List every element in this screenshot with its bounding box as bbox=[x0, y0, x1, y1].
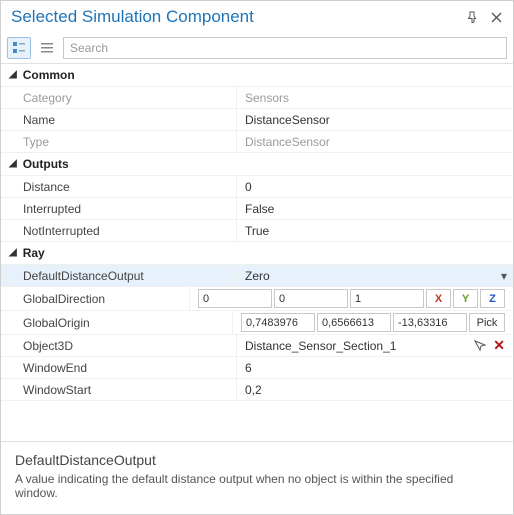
value-globalorigin: 0,7483976 0,6566613 -13,63316 Pick bbox=[233, 311, 513, 334]
section-header-outputs[interactable]: ◢ Outputs bbox=[1, 153, 513, 176]
value-category: Sensors bbox=[237, 87, 513, 108]
selected-simulation-component-panel: Selected Simulation Component ◢ Common Ca… bbox=[0, 0, 514, 515]
label-object3d: Object3D bbox=[1, 335, 237, 356]
value-distance[interactable]: 0 bbox=[237, 176, 513, 197]
axis-z-button[interactable]: Z bbox=[480, 289, 505, 308]
panel-title: Selected Simulation Component bbox=[11, 7, 457, 27]
pin-icon[interactable] bbox=[463, 8, 481, 26]
label-distance: Distance bbox=[1, 176, 237, 197]
value-type: DistanceSensor bbox=[237, 131, 513, 152]
row-windowstart[interactable]: WindowStart 0,2 bbox=[1, 379, 513, 401]
section-title: Common bbox=[23, 68, 75, 82]
value-object3d: Distance_Sensor_Section_1 ✕ bbox=[237, 335, 513, 356]
description-panel: DefaultDistanceOutput A value indicating… bbox=[1, 442, 513, 514]
row-globalorigin[interactable]: GlobalOrigin 0,7483976 0,6566613 -13,633… bbox=[1, 311, 513, 335]
description-body: A value indicating the default distance … bbox=[15, 472, 499, 500]
description-title: DefaultDistanceOutput bbox=[15, 452, 499, 468]
section-header-ray[interactable]: ◢ Ray bbox=[1, 242, 513, 265]
label-defaultdistanceoutput: DefaultDistanceOutput bbox=[1, 265, 237, 286]
globaldirection-y-field[interactable]: 0 bbox=[274, 289, 348, 308]
dropdown-value: Zero bbox=[245, 269, 270, 283]
section-header-common[interactable]: ◢ Common bbox=[1, 64, 513, 87]
globaldirection-x-field[interactable]: 0 bbox=[198, 289, 272, 308]
section-title: Ray bbox=[23, 246, 45, 260]
globaldirection-z-field[interactable]: 1 bbox=[350, 289, 424, 308]
globalorigin-y-field[interactable]: 0,6566613 bbox=[317, 313, 391, 332]
row-type: Type DistanceSensor bbox=[1, 131, 513, 153]
label-globaldirection: GlobalDirection bbox=[1, 287, 190, 310]
value-globaldirection: 0 0 1 X Y Z bbox=[190, 287, 513, 310]
value-defaultdistanceoutput[interactable]: Zero ▾ bbox=[237, 265, 513, 286]
value-windowstart[interactable]: 0,2 bbox=[237, 379, 513, 400]
collapse-icon: ◢ bbox=[9, 248, 17, 258]
property-grid: ◢Common Category Sensors Name DistanceSe… bbox=[1, 64, 513, 442]
label-category: Category bbox=[1, 87, 237, 108]
axis-x-button[interactable]: X bbox=[426, 289, 451, 308]
object3d-value[interactable]: Distance_Sensor_Section_1 bbox=[245, 339, 467, 353]
dropdown-arrow-icon[interactable]: ▾ bbox=[501, 269, 507, 283]
categorized-view-button[interactable] bbox=[7, 37, 31, 59]
label-notinterrupted: NotInterrupted bbox=[1, 220, 237, 241]
label-type: Type bbox=[1, 131, 237, 152]
title-bar: Selected Simulation Component bbox=[1, 1, 513, 33]
collapse-icon: ◢ bbox=[9, 159, 17, 169]
search-input[interactable] bbox=[63, 37, 507, 59]
close-icon[interactable] bbox=[487, 8, 505, 26]
row-windowend[interactable]: WindowEnd 6 bbox=[1, 357, 513, 379]
label-interrupted: Interrupted bbox=[1, 198, 237, 219]
row-name[interactable]: Name DistanceSensor bbox=[1, 109, 513, 131]
label-windowend: WindowEnd bbox=[1, 357, 237, 378]
row-interrupted[interactable]: Interrupted False bbox=[1, 198, 513, 220]
row-globaldirection[interactable]: GlobalDirection 0 0 1 X Y Z bbox=[1, 287, 513, 311]
alphabetical-view-button[interactable] bbox=[35, 37, 59, 59]
label-name: Name bbox=[1, 109, 237, 130]
value-interrupted[interactable]: False bbox=[237, 198, 513, 219]
label-globalorigin: GlobalOrigin bbox=[1, 311, 233, 334]
value-name[interactable]: DistanceSensor bbox=[237, 109, 513, 130]
toolbar bbox=[1, 33, 513, 64]
value-windowend[interactable]: 6 bbox=[237, 357, 513, 378]
value-notinterrupted[interactable]: True bbox=[237, 220, 513, 241]
row-defaultdistanceoutput[interactable]: DefaultDistanceOutput Zero ▾ bbox=[1, 265, 513, 287]
clear-icon[interactable]: ✕ bbox=[493, 337, 505, 354]
picker-icon[interactable] bbox=[473, 339, 487, 353]
section-title: Outputs bbox=[23, 157, 69, 171]
row-notinterrupted[interactable]: NotInterrupted True bbox=[1, 220, 513, 242]
globalorigin-z-field[interactable]: -13,63316 bbox=[393, 313, 467, 332]
label-windowstart: WindowStart bbox=[1, 379, 237, 400]
row-category: Category Sensors bbox=[1, 87, 513, 109]
pick-button[interactable]: Pick bbox=[469, 313, 505, 332]
row-distance[interactable]: Distance 0 bbox=[1, 176, 513, 198]
collapse-icon: ◢ bbox=[9, 70, 17, 80]
globalorigin-x-field[interactable]: 0,7483976 bbox=[241, 313, 315, 332]
row-object3d[interactable]: Object3D Distance_Sensor_Section_1 ✕ bbox=[1, 335, 513, 357]
axis-y-button[interactable]: Y bbox=[453, 289, 478, 308]
